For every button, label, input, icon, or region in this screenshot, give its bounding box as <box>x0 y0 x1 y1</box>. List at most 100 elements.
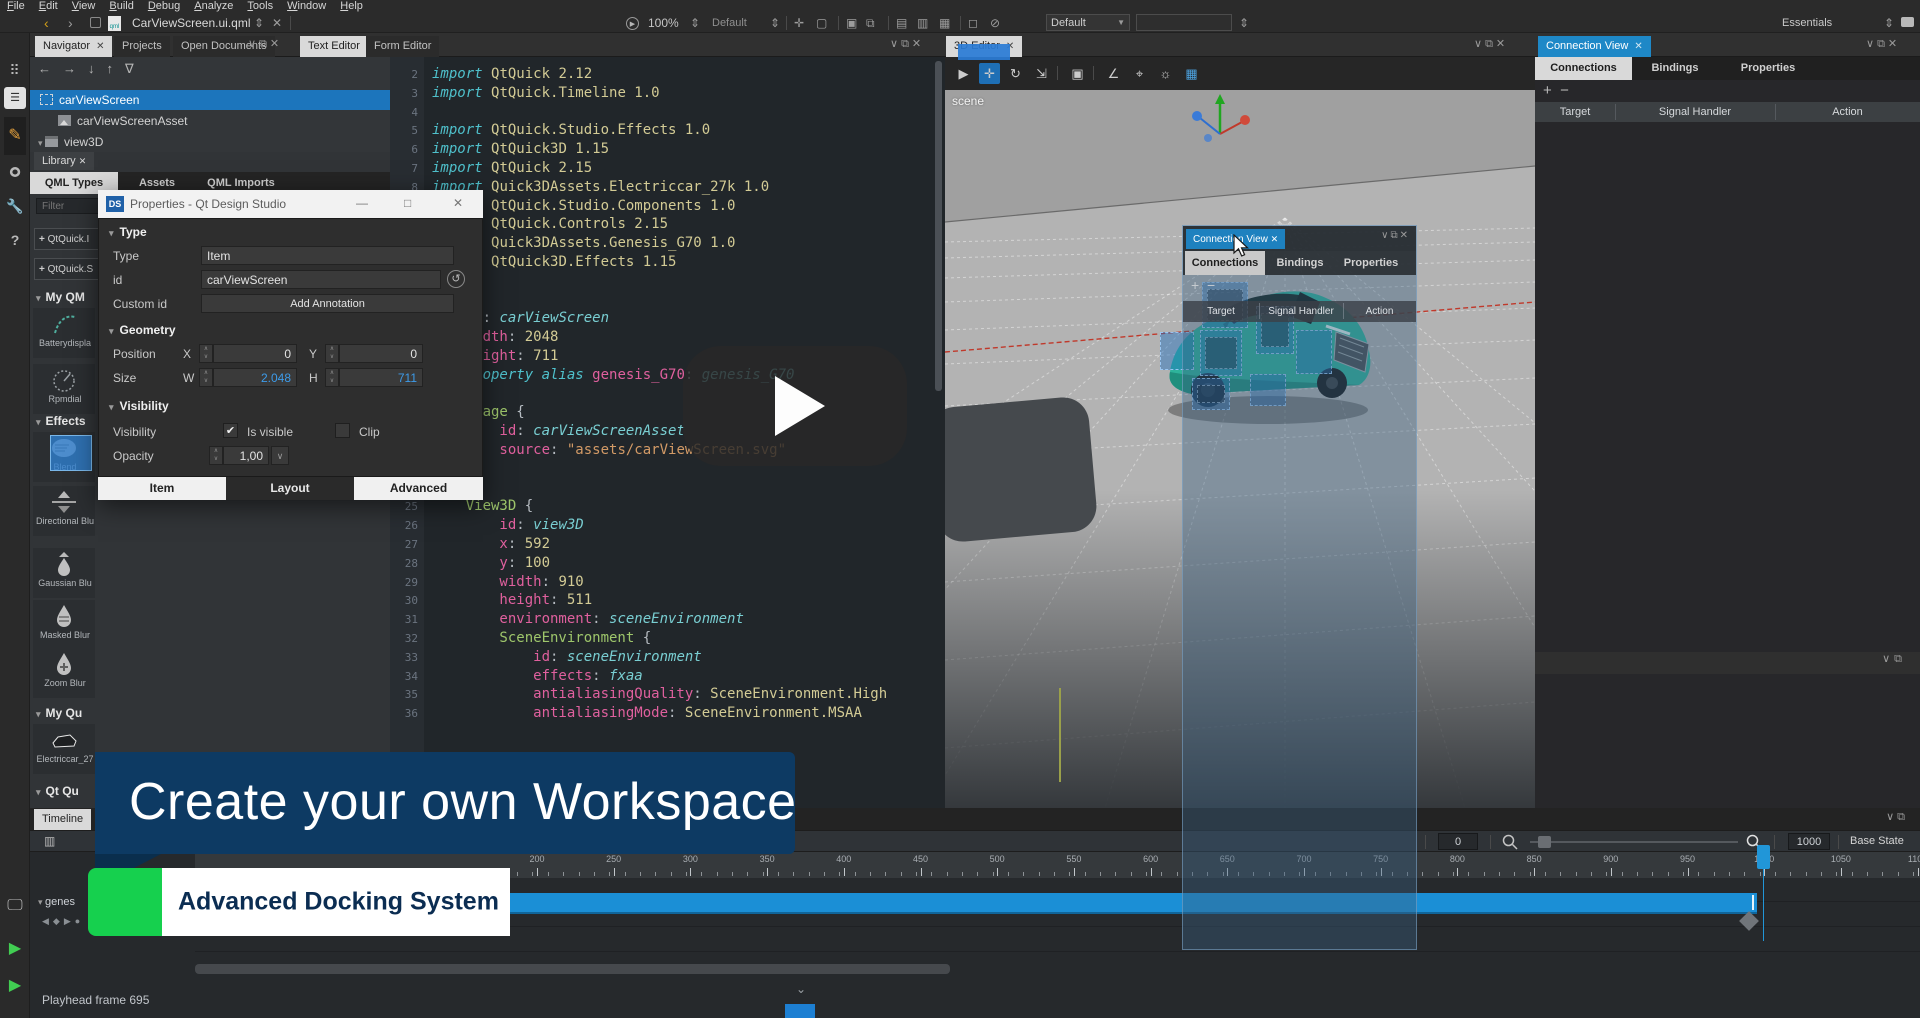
code-line[interactable]: 5import QtQuick.Studio.Effects 1.0 <box>390 121 945 140</box>
menu-debug[interactable]: Debug <box>148 0 180 13</box>
code-line[interactable]: 27 x: 592 <box>390 535 945 554</box>
feedback-icon[interactable] <box>1901 17 1914 27</box>
combo-spinner-icon[interactable]: ⇕ <box>1239 13 1249 33</box>
timeline-h-scrollbar[interactable] <box>195 964 950 974</box>
rows-icon[interactable]: ▥ <box>917 13 928 33</box>
scene-breadcrumb[interactable]: scene <box>952 94 984 108</box>
code-line[interactable]: 28 y: 100 <box>390 554 945 573</box>
frame-selection-icon[interactable]: ▢ <box>816 13 827 33</box>
end-frame-field[interactable]: 1000 <box>1788 833 1830 850</box>
tab-timeline[interactable]: Timeline <box>34 809 91 830</box>
axis-gizmo[interactable] <box>1188 90 1252 148</box>
section-geometry[interactable]: ▾Geometry <box>109 323 176 337</box>
playhead-handle[interactable] <box>1757 845 1770 869</box>
w-field[interactable]: 2.048 <box>213 368 297 387</box>
timeline-dock-controls[interactable]: ∨⧉ <box>1886 810 1908 828</box>
navigator-dock-controls[interactable]: ∨⧉✕ <box>248 37 282 55</box>
zoom-slider-handle[interactable] <box>1538 836 1551 848</box>
columns-icon[interactable]: ▤ <box>896 13 907 33</box>
tree-item-carviewscreenasset[interactable]: carViewScreenAsset <box>30 111 390 131</box>
y-field[interactable]: 0 <box>339 344 423 363</box>
floating-bindings-tab[interactable]: Bindings <box>1265 251 1335 275</box>
close-icon[interactable]: ✕ <box>79 156 87 166</box>
close-icon[interactable]: ✕ <box>453 196 463 210</box>
menu-view[interactable]: View <box>72 0 96 13</box>
viewport-dock-controls[interactable]: ∨⧉✕ <box>1474 37 1508 55</box>
remove-connection-icon[interactable]: − <box>1207 277 1215 293</box>
dialog-tab-advanced[interactable]: Advanced <box>354 477 483 500</box>
scale-tool-icon[interactable]: ⇲ <box>1031 63 1052 84</box>
code-line[interactable]: 35 antialiasingQuality: SceneEnvironment… <box>390 685 945 704</box>
add-annotation-button[interactable]: Add Annotation <box>201 294 454 313</box>
projects-mode-icon[interactable]: 🔧 <box>4 195 26 217</box>
close-icon[interactable]: ✕ <box>1271 234 1279 244</box>
tab-connection-view[interactable]: Connection View✕ <box>1538 36 1651 57</box>
timeline-track-bar[interactable] <box>510 893 1757 914</box>
editor-dock-controls[interactable]: ∨⧉✕ <box>890 37 924 55</box>
state-combo[interactable]: Default▼ <box>1046 14 1130 31</box>
debug-mode-icon[interactable]: 🞉 <box>4 161 26 183</box>
section-type[interactable]: ▾Type <box>109 225 147 239</box>
code-line[interactable]: 4 <box>390 103 945 122</box>
menu-help[interactable]: Help <box>340 0 363 13</box>
minimize-icon[interactable]: — <box>356 196 368 210</box>
dock-controls[interactable]: ∨⧉ <box>1882 652 1906 666</box>
zoom-out-icon[interactable] <box>1502 834 1518 850</box>
library-item-rpmdial[interactable]: Rpmdial <box>33 364 95 414</box>
section-visibility[interactable]: ▾Visibility <box>109 399 169 413</box>
show-bounds-icon[interactable]: ▣ <box>846 13 857 33</box>
keyframe-nav[interactable]: ◀◆▶● <box>42 916 84 927</box>
dialog-tab-item[interactable]: Item <box>98 477 226 500</box>
close-icon[interactable]: ✕ <box>1634 41 1642 52</box>
maximize-icon[interactable]: □ <box>404 196 411 210</box>
dialog-title-bar[interactable]: DS Properties - Qt Design Studio — □ ✕ <box>98 190 483 218</box>
code-line[interactable]: 32 SceneEnvironment { <box>390 629 945 648</box>
floating-dock-controls[interactable]: ∨⧉✕ <box>1381 230 1410 248</box>
tree-item-view3d[interactable]: ▾ view3D <box>30 132 390 152</box>
right-dock-controls[interactable]: ∨⧉✕ <box>1866 37 1900 55</box>
wrap-icon[interactable]: ⊘ <box>990 13 1000 33</box>
w-stepper[interactable]: ∧∨ <box>199 368 213 387</box>
zoom-slider[interactable] <box>1530 841 1738 843</box>
tree-item-carviewscreen[interactable]: carViewScreen <box>30 90 390 110</box>
opacity-dropdown-icon[interactable]: ∨ <box>271 446 289 465</box>
code-line[interactable]: 26 id: view3D <box>390 516 945 535</box>
select-tool-icon[interactable]: ▶ <box>953 63 974 84</box>
grid-view-icon[interactable]: ▦ <box>939 13 950 33</box>
snapping-icon[interactable]: ⧉ <box>866 13 875 33</box>
collapse-panel-button[interactable]: ⌄ <box>785 982 817 999</box>
id-field[interactable]: carViewScreen <box>201 270 441 289</box>
open-file-name[interactable]: CarViewScreen.ui.qml <box>132 13 251 33</box>
menu-file[interactable]: File <box>7 0 25 13</box>
style-select[interactable]: Default <box>712 13 747 33</box>
zoom-level[interactable]: 100% <box>648 13 679 33</box>
dialog-tab-layout[interactable]: Layout <box>226 477 354 500</box>
run-preview-icon[interactable]: ▶ <box>626 17 639 30</box>
light-icon[interactable]: ☼ <box>1155 63 1176 84</box>
code-line[interactable]: 3import QtQuick.Timeline 1.0 <box>390 84 945 103</box>
library-item-zoom-blur[interactable]: Zoom Blur <box>33 648 95 698</box>
menu-tools[interactable]: Tools <box>247 0 273 13</box>
h-field[interactable]: 711 <box>339 368 423 387</box>
style-spinner-icon[interactable]: ⇕ <box>770 13 780 33</box>
floating-connection-view[interactable]: Connection View ✕ ∨⧉✕ Connections Bindin… <box>1182 225 1417 950</box>
opacity-field[interactable]: 1,00 <box>223 446 269 465</box>
merge-icon[interactable]: ◻ <box>968 13 978 33</box>
code-line[interactable]: 30 height: 511 <box>390 591 945 610</box>
connections-tab[interactable]: Connections <box>1535 57 1632 80</box>
track-name[interactable]: ▾ genes <box>38 896 75 908</box>
library-item-gaussian-blur[interactable]: Gaussian Blu <box>33 548 95 598</box>
welcome-mode-icon[interactable]: ⠿ <box>4 59 26 81</box>
h-stepper[interactable]: ∧∨ <box>325 368 339 387</box>
current-frame-field[interactable]: 0 <box>1438 833 1478 850</box>
camera-mode-icon[interactable]: ∠ <box>1103 63 1124 84</box>
help-mode-icon[interactable]: ? <box>4 229 26 251</box>
menu-edit[interactable]: Edit <box>39 0 58 13</box>
add-connection-icon[interactable]: + <box>1191 277 1199 293</box>
move-tool-icon[interactable]: ✛ <box>979 63 1000 84</box>
code-line[interactable]: 31 environment: sceneEnvironment <box>390 610 945 629</box>
menu-window[interactable]: Window <box>287 0 326 13</box>
close-file-icon[interactable]: ✕ <box>272 13 282 33</box>
edit-mode-icon[interactable]: ☰ <box>4 87 26 109</box>
menu-build[interactable]: Build <box>109 0 133 13</box>
